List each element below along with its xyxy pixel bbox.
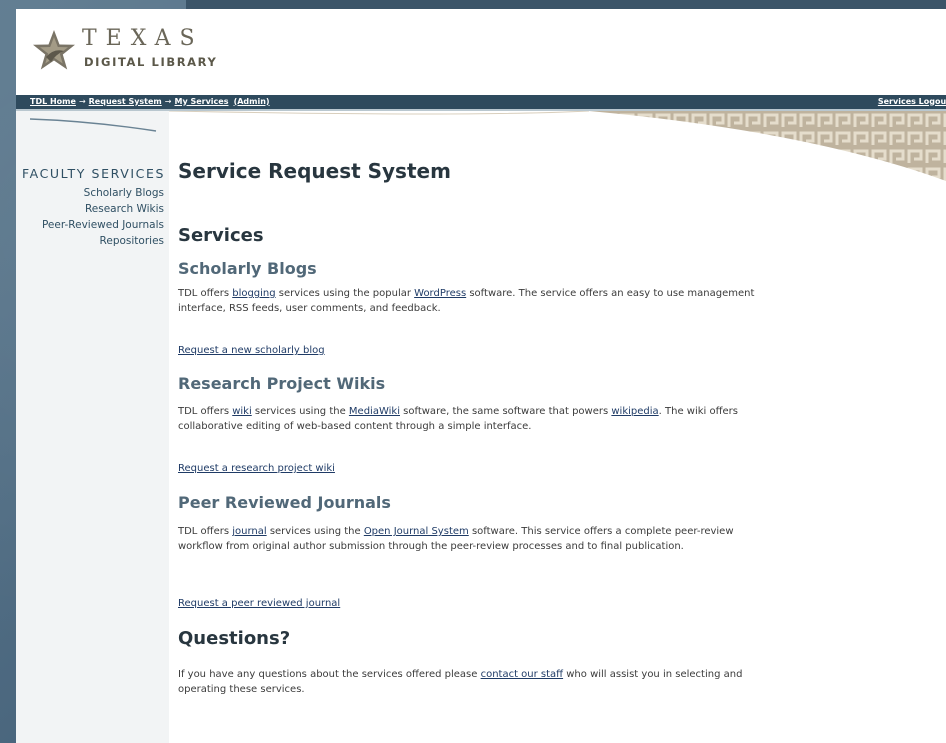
sidebar-title: FACULTY SERVICES <box>22 166 165 181</box>
journal-link[interactable]: journal <box>232 526 266 537</box>
research-wikis-description: TDL offers wiki services using the Media… <box>178 404 768 434</box>
request-blog-row: Request a new scholarly blog <box>178 343 325 358</box>
sidebar-decoration <box>30 118 157 132</box>
wikipedia-link[interactable]: wikipedia <box>611 406 658 417</box>
brand-name: TEXAS <box>82 26 204 51</box>
breadcrumb-bar: TDL Home → Request System → My Services (Adm… <box>16 95 946 111</box>
text-segment: TDL offers <box>178 406 233 417</box>
services-heading: Services <box>178 225 264 246</box>
brand-subtitle: DIGITAL LIBRARY <box>84 55 218 69</box>
text-segment: services using the popular <box>275 288 415 299</box>
breadcrumb: TDL Home → Request System → My Services (Adm… <box>30 97 270 106</box>
wordpress-link[interactable]: WordPress <box>414 288 466 299</box>
sidebar-item-research-wikis[interactable]: Research Wikis <box>42 201 164 217</box>
browser-page: TEXAS DIGITAL LIBRARY TDL Home → Request S… <box>16 9 946 743</box>
peer-reviewed-journals-description: TDL offers journal services using the Op… <box>178 524 768 554</box>
crumb-request-system[interactable]: Request System <box>89 97 162 106</box>
scholarly-blogs-description: TDL offers blogging services using the p… <box>178 286 768 316</box>
mediawiki-link[interactable]: MediaWiki <box>349 406 400 417</box>
wiki-link[interactable]: wiki <box>232 406 252 417</box>
text-segment: services using the <box>251 406 349 417</box>
open-journal-system-link[interactable]: Open Journal System <box>364 526 469 537</box>
crumb-arrow: → <box>78 96 86 106</box>
crumb-admin[interactable]: (Admin) <box>234 97 270 106</box>
text-segment: If you have any questions about the serv… <box>178 669 481 680</box>
questions-description: If you have any questions about the serv… <box>178 667 768 697</box>
crumb-arrow: → <box>164 96 172 106</box>
texas-star-icon <box>33 30 75 70</box>
sidebar-item-peer-reviewed-journals[interactable]: Peer-Reviewed Journals <box>42 217 164 233</box>
blogging-link[interactable]: blogging <box>232 288 275 299</box>
scholarly-blogs-heading: Scholarly Blogs <box>178 259 317 278</box>
crumb-my-services[interactable]: My Services <box>174 97 228 106</box>
contact-staff-link[interactable]: contact our staff <box>481 669 564 680</box>
questions-heading: Questions? <box>178 628 291 649</box>
request-journal-row: Request a peer reviewed journal <box>178 596 340 611</box>
sidebar: FACULTY SERVICES Scholarly Blogs Researc… <box>16 111 169 743</box>
sidebar-item-repositories[interactable]: Repositories <box>42 233 164 249</box>
request-blog-link[interactable]: Request a new scholarly blog <box>178 345 325 356</box>
research-wikis-heading: Research Project Wikis <box>178 374 386 393</box>
peer-reviewed-journals-heading: Peer Reviewed Journals <box>178 493 391 512</box>
page-title: Service Request System <box>178 159 451 183</box>
text-segment: software, the same software that powers <box>399 406 612 417</box>
request-journal-link[interactable]: Request a peer reviewed journal <box>178 598 340 609</box>
request-wiki-row: Request a research project wiki <box>178 461 335 476</box>
sidebar-item-scholarly-blogs[interactable]: Scholarly Blogs <box>42 185 164 201</box>
request-wiki-link[interactable]: Request a research project wiki <box>178 463 335 474</box>
site-logo[interactable]: TEXAS DIGITAL LIBRARY <box>32 26 292 78</box>
crumb-tdl-home[interactable]: TDL Home <box>30 97 76 106</box>
services-logout-link[interactable]: Services Logout <box>878 97 946 106</box>
window-top-edge <box>186 0 946 9</box>
text-segment: TDL offers <box>178 288 233 299</box>
text-segment: TDL offers <box>178 526 233 537</box>
text-segment: services using the <box>266 526 364 537</box>
sidebar-nav: Scholarly Blogs Research Wikis Peer-Revi… <box>42 185 164 249</box>
